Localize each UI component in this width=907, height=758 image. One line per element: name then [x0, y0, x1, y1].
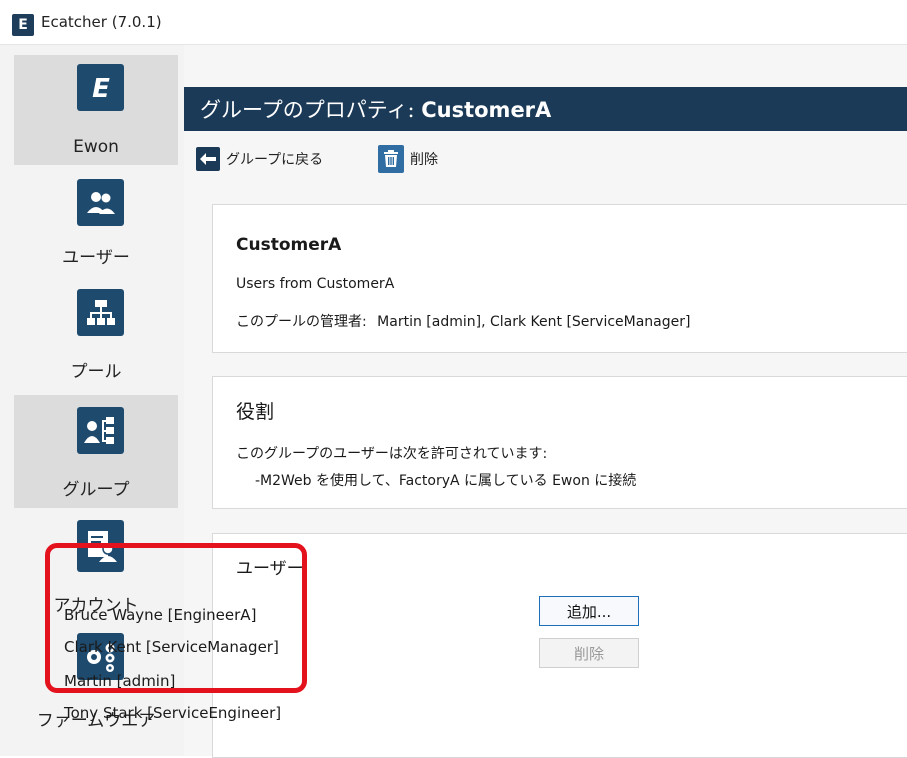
svg-text:E: E	[92, 74, 110, 103]
role-card: 役割 このグループのユーザーは次を許可されています: -M2Web を使用して、…	[212, 376, 907, 509]
app-logo-icon: E	[12, 14, 34, 36]
group-name: CustomerA	[236, 235, 342, 255]
pool-admins-label: このプールの管理者:	[236, 314, 367, 330]
ewon-logo-icon: E	[77, 64, 124, 111]
title-bar: E Ecatcher (7.0.1)	[0, 0, 907, 45]
group-description: Users from CustomerA	[236, 276, 395, 292]
list-item[interactable]: Tony Stark [ServiceEngineer]	[64, 704, 281, 722]
remove-user-button[interactable]: 削除	[539, 638, 639, 668]
delete-label: 削除	[410, 152, 438, 168]
sidebar-item-pool[interactable]: プール	[14, 285, 178, 385]
role-permission: -M2Web を使用して、FactoryA に属している Ewon に接続	[255, 473, 637, 489]
pool-admins-value: Martin [admin], Clark Kent [ServiceManag…	[377, 314, 691, 330]
users-icon	[77, 179, 124, 226]
sidebar-item-label: Ewon	[73, 137, 119, 157]
page-title: グループのプロパティ: CustomerA	[200, 94, 551, 124]
sidebar-item-users[interactable]: ユーザー	[14, 175, 178, 275]
window-title: Ecatcher (7.0.1)	[41, 13, 162, 31]
sidebar-item-ewon[interactable]: E Ewon	[14, 55, 178, 165]
back-arrow-icon	[196, 147, 220, 171]
role-description: このグループのユーザーは次を許可されています:	[236, 446, 548, 462]
page-title-name: CustomerA	[421, 98, 552, 122]
pool-tree-icon	[77, 289, 124, 336]
highlight-annotation	[45, 543, 307, 693]
page-header: グループのプロパティ: CustomerA	[184, 87, 907, 131]
pool-admins: このプールの管理者: Martin [admin], Clark Kent [S…	[236, 311, 690, 331]
sidebar-item-label: プール	[70, 362, 122, 382]
back-label: グループに戻る	[226, 152, 324, 168]
role-title: 役割	[236, 401, 275, 423]
back-to-groups-button[interactable]: グループに戻る	[196, 147, 323, 171]
sidebar-item-group[interactable]: グループ	[14, 395, 178, 508]
sidebar-item-label: ユーザー	[62, 248, 130, 268]
trash-icon	[378, 145, 404, 173]
group-icon	[77, 407, 124, 454]
sidebar-item-label: グループ	[62, 480, 130, 500]
add-user-button[interactable]: 追加...	[539, 596, 639, 626]
page-title-prefix: グループのプロパティ:	[200, 98, 422, 122]
users-card: ユーザー 追加... 削除	[212, 533, 907, 758]
group-info-card: CustomerA Users from CustomerA このプールの管理者…	[212, 204, 907, 353]
delete-group-button[interactable]: 削除	[378, 145, 438, 173]
